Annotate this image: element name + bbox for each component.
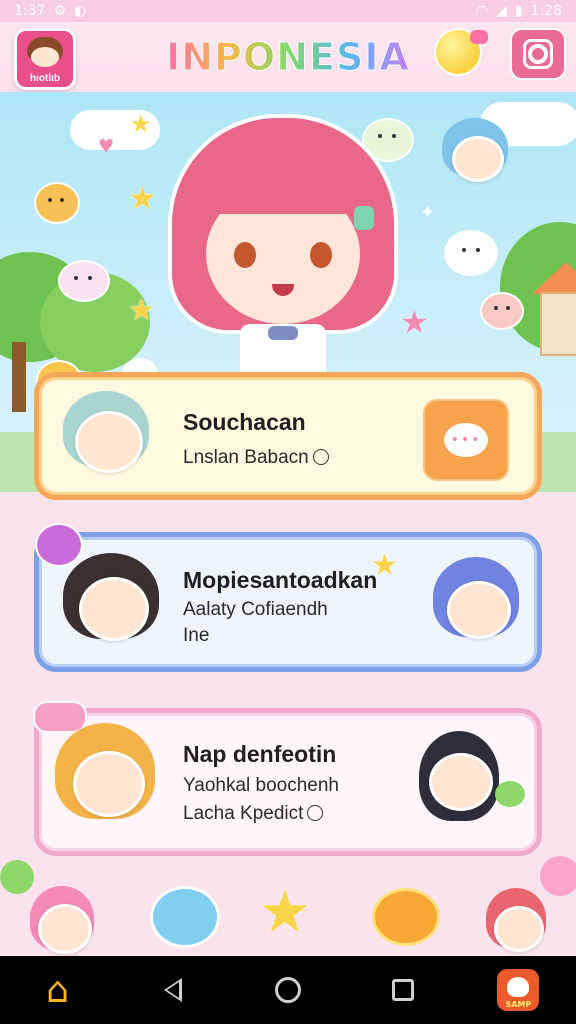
card1-title: Souchacan [183,409,306,435]
skull-face [507,977,530,997]
cookie-icon[interactable] [372,888,440,946]
balloon-bow-icon [470,30,488,44]
home-circle-button[interactable] [258,960,318,1020]
status-time-right: 1:28 [530,3,562,19]
clock-icon [307,805,324,821]
skull-label: SAMP [505,1000,532,1009]
flower-icon [540,856,576,896]
card3-title: Nap denfeotin [183,741,337,767]
main-character-eye-left [234,242,256,268]
chat-card-2[interactable]: Mopiesantoadkan Aalaty Cofiaendh Ine ★ [34,523,542,672]
skull-app-button[interactable]: SAMP [488,960,548,1020]
card2-line-1: Aalaty Cofiaendh [183,599,328,620]
star-icon-small: ★ [130,110,152,138]
card3-right-chibi [429,753,493,811]
main-character-eye-right [310,242,332,268]
recents-icon [392,979,415,1001]
status-bar: 1:37 ⚙ ◐ ◠ ◢ ▮ 1:28 [0,0,576,22]
house-roof [532,262,576,294]
app-avatar-label: hıotlıb [30,73,60,84]
blue-heart-icon[interactable] [150,886,220,948]
card2-avatar [79,577,149,641]
signal-icon: ◢ [496,3,507,19]
sync-icon: ◐ [74,3,87,19]
skull-icon: SAMP [497,969,540,1011]
card2-title: Mopiesantoadkan [183,567,378,593]
card3-line-2: Lacha Kpedict [183,803,324,825]
back-button[interactable] [143,960,203,1020]
wifi-icon: ◠ [475,3,489,19]
star-icon-lower: ★ [128,293,155,328]
chat-card-3[interactable]: Nap denfeotin Yaohkal boochenh Lacha Kpe… [33,701,542,856]
status-left: 1:37 ⚙ ◐ [14,3,86,19]
battery-icon: ▮ [514,3,523,19]
camera-frame [523,39,553,69]
app-title: INPONESIA [166,35,410,80]
card2-right-chibi [447,581,511,639]
pink-star-icon: ★ [400,303,429,341]
pink-chibi-icon[interactable] [38,904,92,954]
pink-bunny-critter [58,260,110,302]
back-icon [163,978,182,1002]
heart-icon: ♥ [98,136,115,157]
card3-line-1: Yaohkal boochenh [183,775,339,796]
status-right: ◠ ◢ ▮ 1:28 [476,3,562,19]
hair-clip-icon [354,206,374,230]
clock-icon [312,449,329,465]
blue-chibi-face [452,136,504,182]
chat-bubble-icon: ••• [444,423,488,457]
tree-trunk [12,342,26,412]
home-button[interactable]: ⌂ [28,960,88,1020]
app-avatar[interactable]: hıotlıb [14,28,76,90]
card1-line-1-text: Lnslan Babacn [183,447,309,468]
main-character-bangs [198,154,368,214]
white-bunny-critter [444,230,498,276]
chat-button[interactable]: ••• [423,399,509,481]
peach-critter [480,292,524,330]
camera-button[interactable] [510,28,566,80]
bottom-decorations: ★ [0,856,576,956]
home-icon: ⌂ [46,969,70,1011]
bow-icon [33,701,87,733]
card3-avatar [73,751,145,817]
chat-card-1[interactable]: Souchacan Lnslan Babacn ••• [34,372,542,500]
notification-icon: ⚙ [53,3,67,19]
yellow-blob-critter [34,182,80,224]
card2-line-2: Ine [183,625,210,646]
card1-avatar [75,411,143,473]
card2-star-icon: ★ [371,548,398,583]
status-time-left: 1:37 [14,3,46,19]
house [540,292,576,356]
star-icon: ★ [128,179,157,217]
red-chibi-icon[interactable] [494,906,544,952]
card3-line-2-text: Lacha Kpedict [183,803,304,824]
yellow-star-button[interactable]: ★ [258,882,312,942]
avatar-face [31,47,59,67]
navigation-bar: ⌂ SAMP [0,956,576,1024]
main-character [168,114,398,374]
candy-icon [35,523,83,567]
home-circle-icon [274,977,301,1003]
sparkle-icon: ✦ [420,202,436,223]
clover-icon [0,860,34,894]
green-frog-icon [495,781,525,807]
recents-button[interactable] [373,960,433,1020]
main-character-bow [268,326,298,340]
card1-line-1: Lnslan Babacn [183,447,329,469]
app-header: hıotlıb INPONESIA [0,22,576,92]
